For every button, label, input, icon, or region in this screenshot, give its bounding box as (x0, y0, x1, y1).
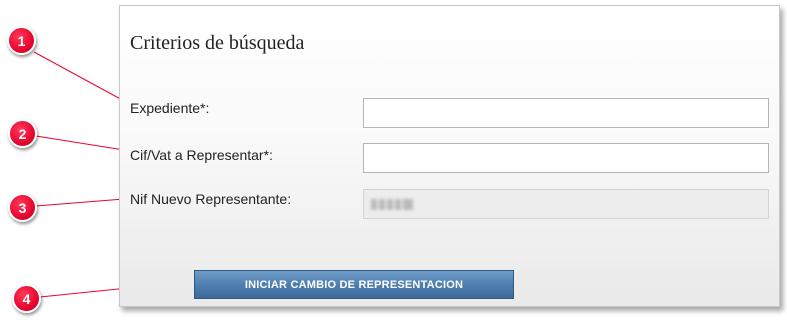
expediente-label: Expediente*: (130, 100, 210, 116)
cif-vat-label: Cif/Vat a Representar*: (130, 147, 273, 163)
iniciar-cambio-button[interactable]: INICIAR CAMBIO DE REPRESENTACION (194, 270, 514, 299)
callout-marker-1: 1 (7, 26, 36, 55)
nif-nuevo-representante-field (363, 189, 769, 219)
search-criteria-panel: Criterios de búsqueda Expediente*: Cif/V… (119, 5, 780, 307)
leader-line-2 (35, 135, 125, 151)
expediente-input[interactable] (363, 98, 769, 128)
nif-nuevo-representante-label: Nif Nuevo Representante: (130, 191, 292, 207)
callout-marker-4: 4 (12, 284, 41, 313)
redacted-value (371, 199, 413, 210)
cif-vat-input[interactable] (363, 143, 769, 173)
leader-line-1 (33, 51, 127, 103)
callout-marker-3: 3 (8, 193, 37, 222)
panel-title: Criterios de búsqueda (130, 32, 305, 54)
callout-marker-2: 2 (8, 119, 37, 148)
leader-line-3 (35, 198, 125, 207)
screen: Criterios de búsqueda Expediente*: Cif/V… (0, 0, 787, 323)
